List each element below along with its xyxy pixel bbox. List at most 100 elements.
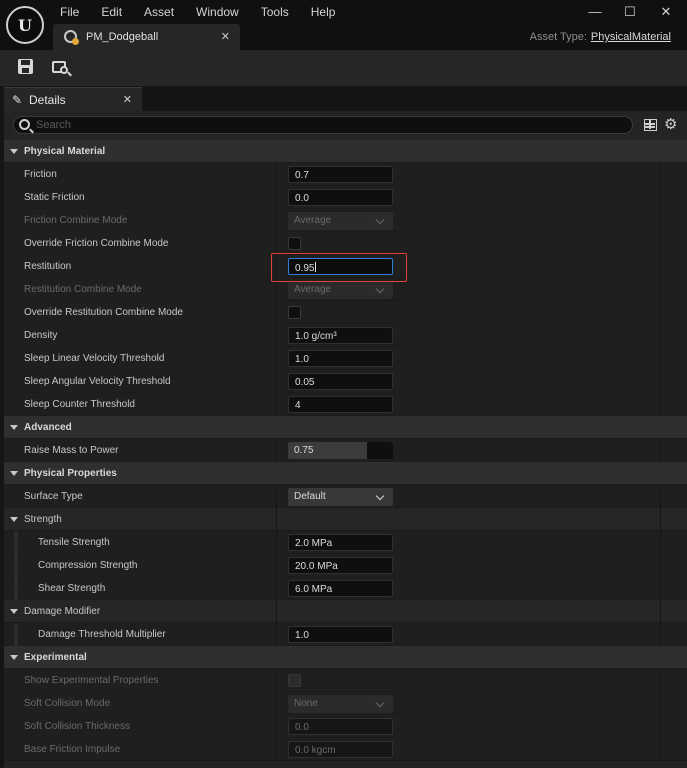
raise-mass-to-power-slider[interactable]: 0.75 (288, 442, 393, 459)
minimize-icon[interactable]: — (586, 4, 604, 20)
property-row-soft-collision-mode: Soft Collision Mode None (4, 692, 687, 715)
menu-window[interactable]: Window (196, 5, 239, 19)
reset-gutter (660, 485, 661, 508)
column-divider[interactable] (276, 600, 277, 623)
column-divider[interactable] (276, 715, 277, 738)
column-divider[interactable] (276, 209, 277, 232)
details-tab-close-icon[interactable]: ✕ (123, 93, 132, 106)
table-view-icon[interactable] (644, 119, 657, 131)
column-divider[interactable] (276, 163, 277, 186)
maximize-icon[interactable]: ☐ (621, 4, 639, 20)
details-tab[interactable]: ✎ Details ✕ (4, 87, 142, 111)
static-friction-field[interactable]: 0.0 (288, 189, 393, 206)
reset-gutter (660, 163, 661, 186)
save-icon[interactable] (17, 58, 37, 78)
field-value: 0.0 (295, 193, 309, 204)
property-label: Override Restitution Combine Mode (24, 307, 183, 318)
column-divider[interactable] (276, 232, 277, 255)
reset-gutter (660, 324, 661, 347)
column-divider[interactable] (276, 738, 277, 761)
menu-tools[interactable]: Tools (261, 5, 289, 19)
shear-strength-field[interactable]: 6.0 MPa (288, 580, 393, 597)
details-tab-label: Details (29, 93, 66, 107)
search-input[interactable] (36, 118, 616, 132)
category-advanced[interactable]: Advanced (4, 416, 687, 439)
soft-collision-mode-dropdown: None (288, 695, 393, 713)
column-divider[interactable] (276, 439, 277, 462)
chevron-down-icon[interactable] (10, 149, 18, 154)
property-label: Physical Properties (24, 468, 117, 479)
property-label: Advanced (24, 422, 72, 433)
friction-field[interactable]: 0.7 (288, 166, 393, 183)
category-physical-properties[interactable]: Physical Properties (4, 462, 687, 485)
sleep-linear-velocity-threshold-field[interactable]: 1.0 (288, 350, 393, 367)
column-divider[interactable] (276, 485, 277, 508)
chevron-down-icon[interactable] (10, 655, 18, 660)
reset-gutter (660, 393, 661, 416)
physical-material-icon (64, 30, 79, 45)
property-row-damage-threshold-multiplier: Damage Threshold Multiplier 1.0 (4, 623, 687, 646)
override-friction-combine-mode-checkbox[interactable] (288, 237, 301, 250)
column-divider[interactable] (276, 393, 277, 416)
category-experimental[interactable]: Experimental (4, 646, 687, 669)
property-list: Physical Material Friction 0.7 Static Frict… (4, 140, 687, 761)
column-divider[interactable] (276, 370, 277, 393)
search-box[interactable] (13, 116, 633, 134)
sleep-angular-velocity-threshold-field[interactable]: 0.05 (288, 373, 393, 390)
override-restitution-combine-mode-checkbox[interactable] (288, 306, 301, 319)
menu-edit[interactable]: Edit (101, 5, 122, 19)
menu-asset[interactable]: Asset (144, 5, 174, 19)
column-divider[interactable] (276, 623, 277, 646)
reset-gutter (660, 347, 661, 370)
property-label: Friction (24, 169, 57, 180)
column-divider[interactable] (276, 347, 277, 370)
column-divider[interactable] (276, 692, 277, 715)
slider-value: 0.75 (294, 445, 314, 456)
chevron-down-icon (375, 698, 385, 708)
field-value: 6.0 MPa (295, 584, 333, 595)
column-divider[interactable] (276, 508, 277, 531)
property-label: Tensile Strength (38, 537, 110, 548)
document-tab-close-icon[interactable]: ✕ (221, 30, 230, 43)
category-damage-modifier[interactable]: Damage Modifier (4, 600, 687, 623)
dropdown-value: Default (294, 491, 326, 502)
menu-help[interactable]: Help (311, 5, 336, 19)
sleep-counter-threshold-field[interactable]: 4 (288, 396, 393, 413)
column-divider[interactable] (276, 324, 277, 347)
chevron-down-icon[interactable] (10, 425, 18, 430)
column-divider[interactable] (276, 186, 277, 209)
property-label: Override Friction Combine Mode (24, 238, 169, 249)
asset-type-link[interactable]: PhysicalMaterial (591, 31, 671, 43)
chevron-down-icon[interactable] (10, 517, 18, 522)
tensile-strength-field[interactable]: 2.0 MPa (288, 534, 393, 551)
column-divider[interactable] (276, 554, 277, 577)
chevron-down-icon[interactable] (10, 471, 18, 476)
gear-icon[interactable]: ⚙ (664, 115, 677, 133)
density-field[interactable]: 1.0 g/cm³ (288, 327, 393, 344)
category-physical-material[interactable]: Physical Material (4, 140, 687, 163)
field-value: 20.0 MPa (295, 561, 338, 572)
field-value: 0.7 (295, 170, 309, 181)
surface-type-dropdown[interactable]: Default (288, 488, 393, 506)
column-divider[interactable] (276, 577, 277, 600)
document-tab[interactable]: PM_Dodgeball ✕ (53, 24, 240, 50)
reset-gutter (660, 577, 661, 600)
property-label: Damage Threshold Multiplier (38, 629, 166, 640)
column-divider[interactable] (276, 669, 277, 692)
close-icon[interactable]: ✕ (657, 4, 675, 20)
chevron-down-icon[interactable] (10, 609, 18, 614)
reset-gutter (660, 531, 661, 554)
damage-threshold-multiplier-field[interactable]: 1.0 (288, 626, 393, 643)
asset-type-label: Asset Type: (529, 31, 587, 43)
field-value: 0.0 kgcm (295, 745, 336, 756)
property-row-friction: Friction 0.7 (4, 163, 687, 186)
property-label: Raise Mass to Power (24, 445, 119, 456)
show-experimental-properties-checkbox (288, 674, 301, 687)
browse-icon[interactable] (51, 58, 72, 78)
compression-strength-field[interactable]: 20.0 MPa (288, 557, 393, 574)
category-strength[interactable]: Strength (4, 508, 687, 531)
column-divider[interactable] (276, 301, 277, 324)
column-divider[interactable] (276, 531, 277, 554)
menu-file[interactable]: File (60, 5, 79, 19)
toolbar (0, 50, 687, 86)
